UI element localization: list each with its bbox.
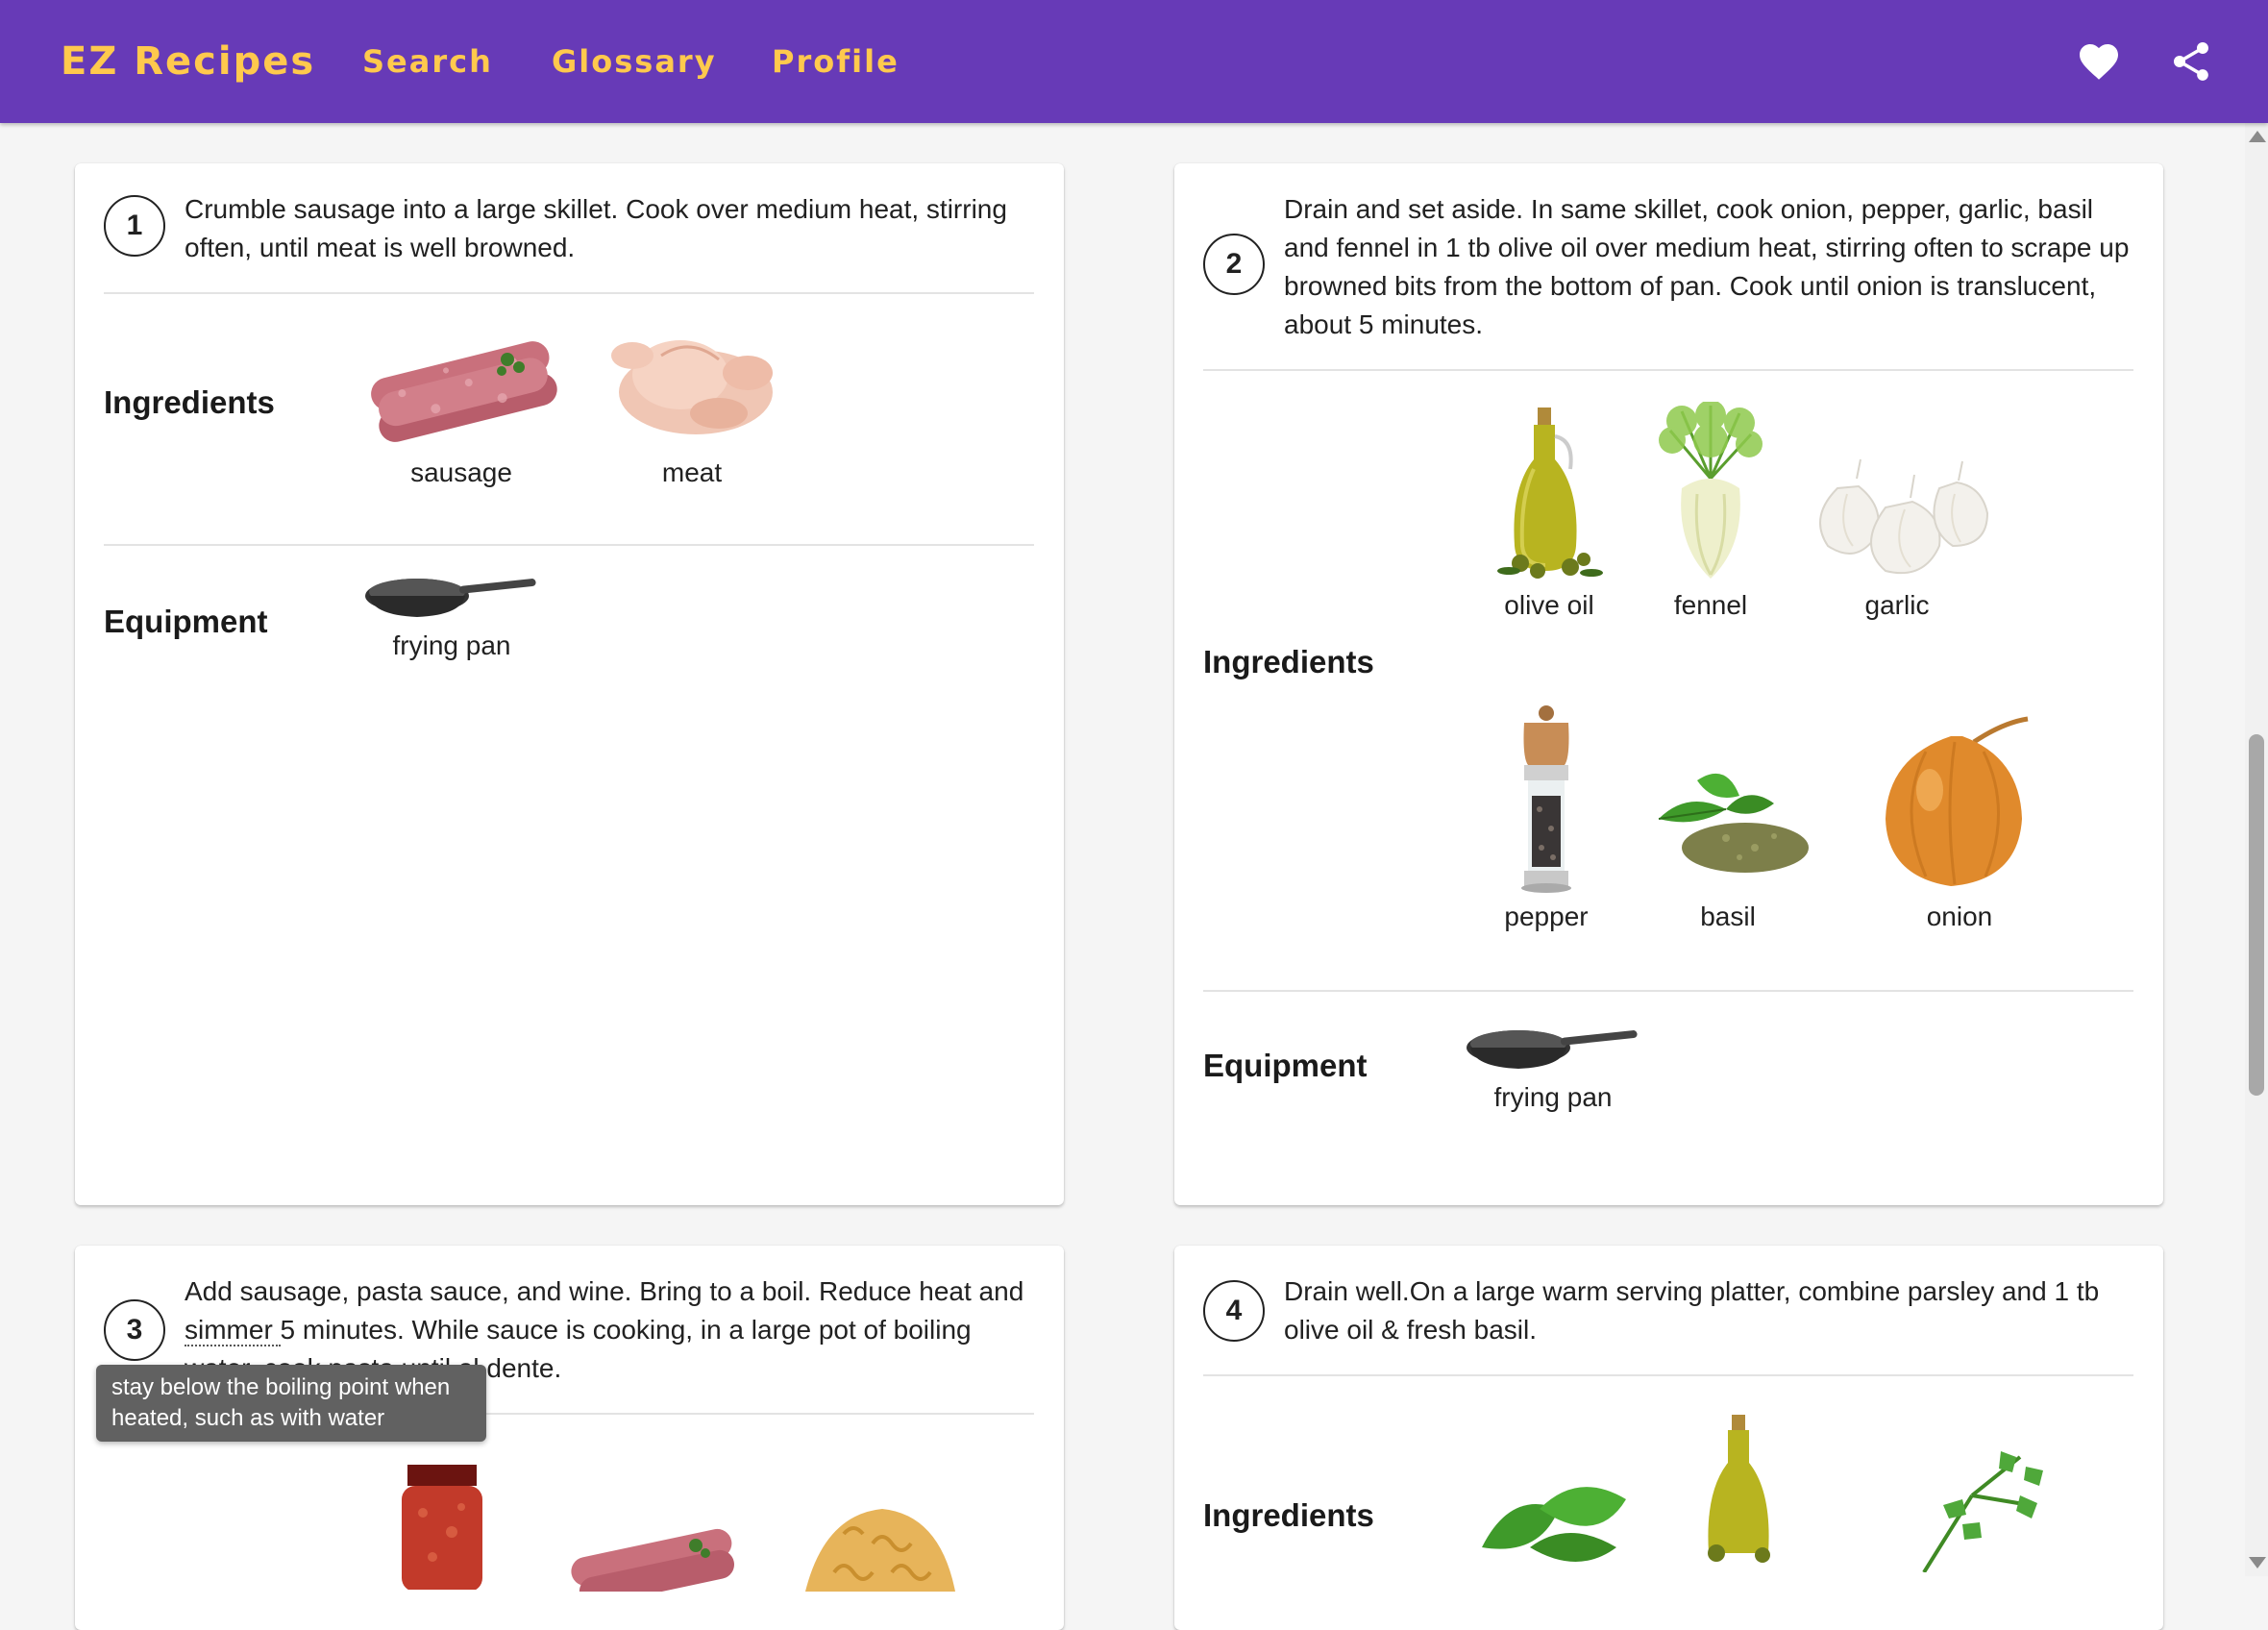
divider [104,292,1034,294]
ingredient-label: basil [1700,901,1756,931]
step-instructions: Crumble sausage into a large skillet. Co… [185,194,1007,262]
glossary-tooltip: stay below the boiling point when heated… [96,1365,486,1442]
equipment-frying-pan[interactable]: frying pan [363,567,540,663]
step-card-2: 2 Drain and set aside. In same skillet, … [1174,163,2163,1205]
ingredients-label: Ingredients [1203,1497,1374,1533]
frying-pan-image [365,579,536,617]
step-number: 2 [1203,234,1265,295]
glossary-term-simmer[interactable]: simmer [185,1315,281,1346]
ingredients-label: Ingredients [1203,644,1374,679]
ingredient-onion[interactable]: onion [1859,704,2060,931]
ingredient-olive-oil[interactable]: olive oil [1491,402,1607,620]
nav-search[interactable]: Search [362,0,493,123]
ingredient-sausage[interactable]: sausage [363,317,559,487]
step-card-4: 4 Drain well.On a large warm serving pla… [1174,1246,2163,1630]
divider [1203,1374,2133,1376]
sausage-image [371,341,557,442]
step-number: 3 [104,1299,165,1361]
share-icon[interactable] [2168,38,2214,85]
ingredient-fennel[interactable]: fennel [1643,402,1778,620]
step-card-1: 1 Crumble sausage into a large skillet. … [75,163,1064,1205]
divider [104,544,1034,546]
ingredient-label: garlic [1864,590,1930,620]
basil-leaves-image [1482,1487,1626,1562]
nav-glossary[interactable]: Glossary [552,0,717,123]
parsley-image [1922,1451,2043,1572]
olive-oil-image [1708,1415,1770,1563]
equipment-label: Equipment [1203,1048,1368,1083]
heart-icon[interactable] [2076,38,2122,85]
sausage-image [571,1528,734,1592]
pasta-image [805,1509,955,1592]
scrollbar-thumb[interactable] [2249,734,2264,1096]
pasta-sauce-image [402,1465,482,1590]
ingredients-label: Ingredients [104,384,275,420]
frying-pan-image [1467,1030,1638,1069]
step-number: 1 [104,195,165,257]
divider [1203,369,2133,371]
scroll-down-arrow-icon[interactable] [2249,1557,2266,1568]
ingredient-label: sausage [410,457,512,487]
scrollbar[interactable] [2245,123,2268,1576]
garlic-image [1819,458,1989,575]
equipment-label: Equipment [104,604,268,639]
step-instructions: Drain and set aside. In same skillet, co… [1284,194,2130,339]
basil-image [1658,773,1809,873]
equipment-label-text: frying pan [392,630,511,660]
ingredient-fresh-basil[interactable] [1472,1470,1645,1576]
pepper-image [1521,705,1571,893]
step-number: 4 [1203,1280,1265,1342]
onion-image [1886,716,2029,886]
olive-oil-image [1497,408,1603,579]
ingredient-pasta-sauce[interactable] [394,1465,490,1590]
fennel-image [1659,402,1763,579]
divider [1203,990,2133,992]
ingredient-garlic[interactable]: garlic [1799,402,1995,620]
brand-logo[interactable]: EZ Recipes [61,0,315,123]
equipment-frying-pan[interactable]: frying pan [1465,1019,1641,1115]
ingredient-pepper[interactable]: pepper [1484,704,1609,931]
scroll-up-arrow-icon[interactable] [2249,131,2266,142]
app-bar: EZ Recipes Search Glossary Profile [0,0,2268,123]
nav-profile[interactable]: Profile [772,0,900,123]
ingredient-basil[interactable]: basil [1639,704,1816,931]
ingredient-label: onion [1926,901,1993,931]
ingredient-pasta[interactable] [786,1495,969,1592]
ingredient-parsley[interactable] [1886,1447,2058,1572]
equipment-label-text: frying pan [1493,1082,1613,1112]
ingredient-sausage[interactable] [561,1524,738,1592]
meat-image [611,340,773,434]
step-instructions: Drain well.On a large warm serving platt… [1284,1276,2100,1345]
ingredient-olive-oil[interactable] [1693,1409,1789,1572]
ingredient-label: meat [661,457,723,487]
step-text-before: Add sausage, pasta sauce, and wine. Brin… [185,1276,1024,1306]
ingredient-meat[interactable]: meat [604,317,780,487]
